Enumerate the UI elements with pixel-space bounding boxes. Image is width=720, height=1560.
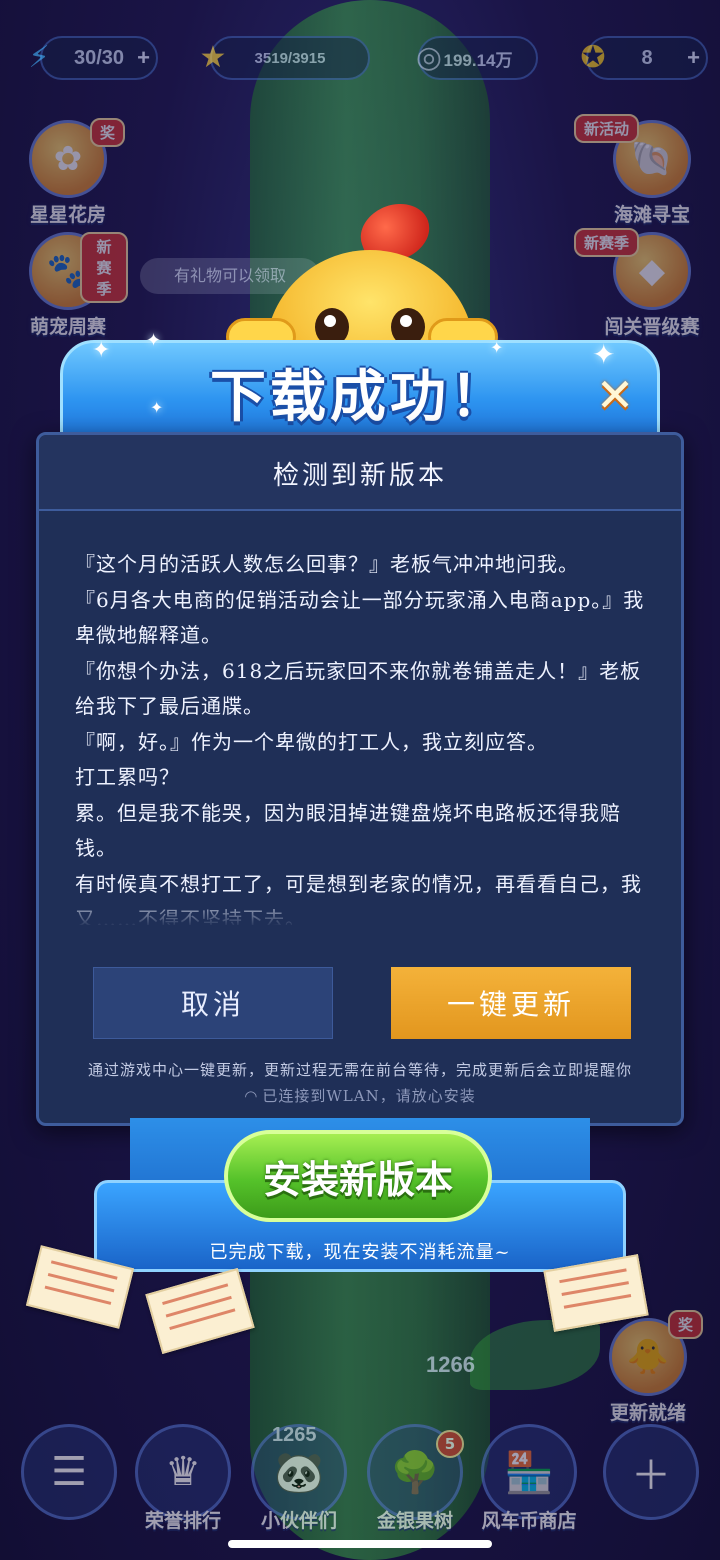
install-new-version-button[interactable]: 安装新版本 xyxy=(224,1130,492,1222)
one-click-update-button[interactable]: 一键更新 xyxy=(391,967,631,1039)
reward-tag: 奖 xyxy=(668,1310,704,1339)
home-indicator[interactable] xyxy=(228,1540,492,1548)
sparkle-icon: ✦ xyxy=(146,330,162,351)
side-item-label: 萌宠周赛 xyxy=(29,317,106,338)
sparkle-icon: ✦ xyxy=(150,398,164,417)
tree-badge: 5 xyxy=(436,1430,464,1458)
side-item-label: 海滩寻宝 xyxy=(613,205,690,226)
side-item-update-ready[interactable]: 🐥 更新就绪 奖 xyxy=(588,1310,708,1425)
plus-icon: ＋ xyxy=(603,1424,699,1520)
side-item-pet-weekly-contest[interactable]: 🐾 萌宠周赛 新赛季 xyxy=(8,232,128,339)
menu-icon: ☰ xyxy=(21,1424,117,1520)
stars-value: 3519/3915 xyxy=(254,49,326,67)
new-season-tag: 新赛季 xyxy=(80,232,128,303)
side-item-label: 闯关晋级赛 xyxy=(604,317,700,338)
bottom-nav-label: 风车币商店 xyxy=(481,1511,577,1532)
side-item-star-flower-house[interactable]: ✿ 星星花房 奖 xyxy=(8,118,128,227)
wifi-status: ◠ 已连接到WLAN，请放心安装 xyxy=(39,1085,681,1106)
side-item-level-promotion-contest[interactable]: ◆ 闯关晋级赛 新赛季 xyxy=(574,228,712,339)
release-notes[interactable]: 『这个月的活跃人数怎么回事？』老板气冲冲地问我。 『6月各大电商的促销活动会让一… xyxy=(75,547,647,925)
coin-icon: ◎ xyxy=(415,39,443,75)
bottom-nav-windmill-shop[interactable]: 🏪 风车币商店 xyxy=(474,1424,584,1533)
sparkle-icon: ✦ xyxy=(592,338,616,371)
fruit-count: 1266 xyxy=(426,1352,475,1377)
tickets-value: 8 xyxy=(641,46,653,69)
bottom-nav-menu[interactable]: ☰ xyxy=(14,1424,124,1520)
bottom-nav-gold-silver-tree[interactable]: 🌳 金银果树 5 xyxy=(360,1424,470,1533)
release-notes-line: 『你想个办法，618之后玩家回不来你就卷铺盖走人！』老板给我下了最后通牒。 xyxy=(75,658,642,719)
energy-value: 30/30 xyxy=(73,46,125,69)
bottom-nav-label: 金银果树 xyxy=(376,1511,453,1532)
side-item-beach-treasure[interactable]: 🐚 海滩寻宝 新活动 xyxy=(574,114,712,227)
sparkle-icon: ✦ xyxy=(490,338,504,357)
release-notes-line: 『6月各大电商的促销活动会让一部分玩家涌入电商app。』我卑微地解释道。 xyxy=(75,587,645,648)
new-event-tag: 新活动 xyxy=(574,114,640,143)
add-energy-icon[interactable]: + xyxy=(137,45,150,71)
lightning-icon: ⚡ xyxy=(28,39,50,75)
bottom-nav-honor-ranking[interactable]: ♛ 荣誉排行 xyxy=(128,1424,238,1533)
new-season-tag: 新赛季 xyxy=(574,228,640,257)
paper-note-decoration xyxy=(145,1267,255,1355)
close-button[interactable]: ✕ xyxy=(592,372,638,418)
release-notes-line: 累。但是我不能哭，因为眼泪掉进键盘烧坏电路板还得我赔钱。 xyxy=(75,800,621,861)
release-notes-line: 打工累吗？ xyxy=(75,765,180,789)
add-tickets-icon[interactable]: + xyxy=(687,45,700,71)
bottom-nav-partners[interactable]: 🐼 小伙伴们 1265 xyxy=(244,1424,354,1533)
ticket-icon: ✪ xyxy=(580,39,606,75)
release-notes-line: 『这个月的活跃人数怎么回事？』老板气冲冲地问我。 xyxy=(75,552,579,576)
wifi-icon: ◠ xyxy=(244,1087,259,1105)
partner-count: 1265 xyxy=(272,1424,317,1446)
reward-tag: 奖 xyxy=(90,118,126,147)
dialog-title: 检测到新版本 xyxy=(272,461,447,491)
star-icon: ★ xyxy=(199,39,227,75)
wifi-status-text: 已连接到WLAN，请放心安装 xyxy=(262,1087,476,1105)
cancel-button[interactable]: 取消 xyxy=(93,967,333,1039)
bottom-nav-more[interactable]: ＋ xyxy=(596,1424,706,1520)
update-dialog: 检测到新版本 『这个月的活跃人数怎么回事？』老板气冲冲地问我。 『6月各大电商的… xyxy=(36,432,684,1126)
sparkle-icon: ✦ xyxy=(92,338,111,363)
release-notes-line: 『啊，好。』作为一个卑微的打工人，我立刻应答。 xyxy=(75,729,548,754)
bottom-nav-label: 荣誉排行 xyxy=(144,1511,221,1532)
bottom-nav-label: 小伙伴们 xyxy=(260,1511,337,1532)
side-item-label: 星星花房 xyxy=(29,205,106,226)
update-info-text: 通过游戏中心一键更新，更新过程无需在前台等待，完成更新后会立即提醒你 xyxy=(87,1061,632,1079)
notes-fade xyxy=(75,893,647,927)
side-item-label: 更新就绪 xyxy=(609,1403,686,1424)
